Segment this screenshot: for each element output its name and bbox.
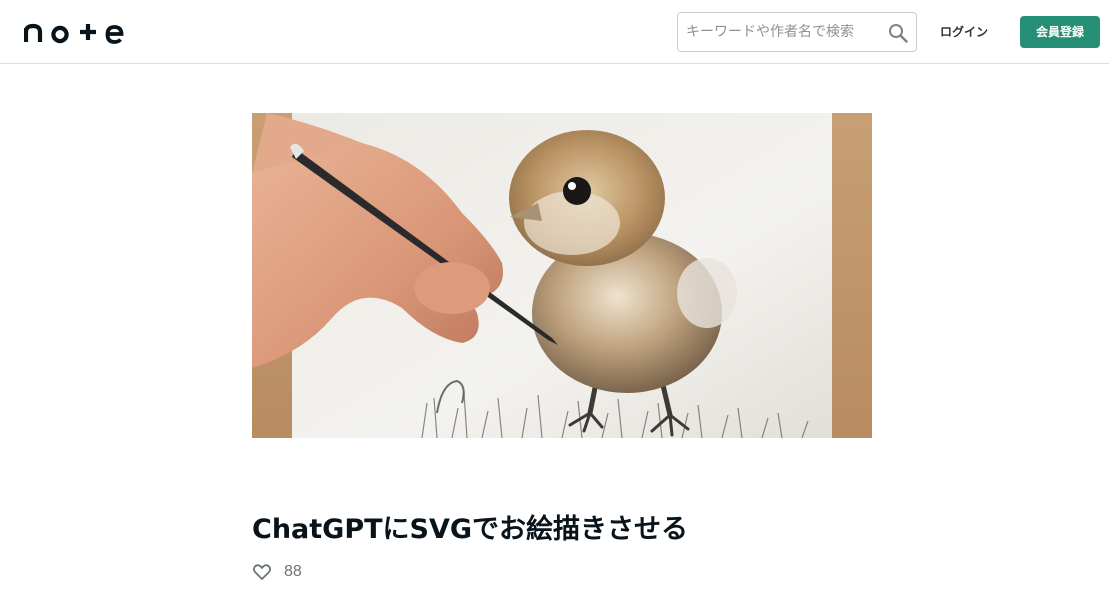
note-logo[interactable] bbox=[23, 20, 124, 44]
search-icon[interactable] bbox=[888, 23, 908, 43]
signup-button[interactable]: 会員登録 bbox=[1020, 16, 1100, 48]
search-box bbox=[677, 12, 917, 52]
site-header: ログイン 会員登録 bbox=[0, 0, 1109, 64]
heart-icon[interactable] bbox=[252, 562, 272, 582]
like-count: 88 bbox=[284, 563, 302, 580]
article-title: ChatGPTにSVGでお絵描きさせる bbox=[252, 514, 689, 545]
search-input[interactable] bbox=[686, 13, 882, 51]
login-link[interactable]: ログイン bbox=[930, 20, 998, 44]
article-hero-image bbox=[252, 113, 872, 438]
like-area: 88 bbox=[252, 561, 302, 583]
